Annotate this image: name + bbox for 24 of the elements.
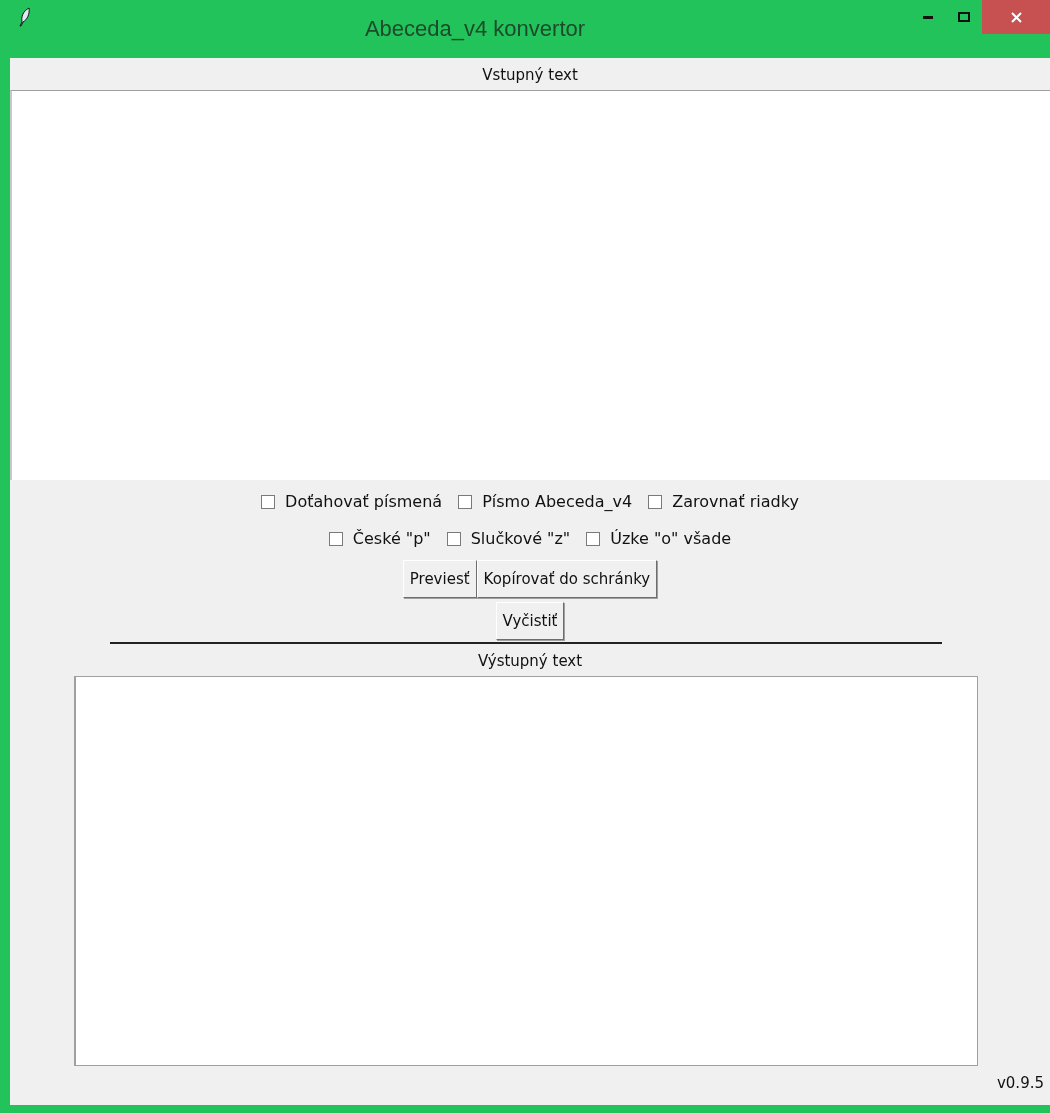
checkbox-label: Zarovnať riadky [672, 492, 799, 511]
checkbox-label: Písmo Abeceda_v4 [482, 492, 633, 511]
checkbox-label: Úzke "o" všade [610, 529, 732, 548]
maximize-icon[interactable] [958, 12, 970, 22]
checkbox[interactable] [261, 494, 276, 509]
output-label: Výstupný text [476, 651, 584, 672]
input-label: Vstupný text [481, 65, 579, 86]
checkbox[interactable] [586, 531, 601, 546]
input-text-area[interactable] [10, 90, 1050, 480]
checkbox[interactable] [446, 531, 461, 546]
window-title: Abeceda_v4 konvertor [363, 16, 587, 42]
checkbox[interactable] [648, 494, 663, 509]
minimize-icon[interactable] [923, 15, 933, 19]
checkbox-label: České "p" [352, 529, 431, 548]
checkbox-label: Slučkové "z" [470, 529, 571, 548]
checkbox[interactable] [458, 494, 473, 509]
checkbox-label: Doťahovať písmená [285, 492, 443, 511]
version-label: v0.9.5 [996, 1074, 1044, 1092]
action-button[interactable]: Kopírovať do schránky [476, 560, 658, 598]
checkbox[interactable] [328, 531, 343, 546]
feather-icon [19, 7, 31, 27]
action-button[interactable]: Vyčistiť [495, 602, 565, 640]
action-button[interactable]: Previesť [402, 560, 477, 598]
close-icon [1010, 11, 1022, 23]
